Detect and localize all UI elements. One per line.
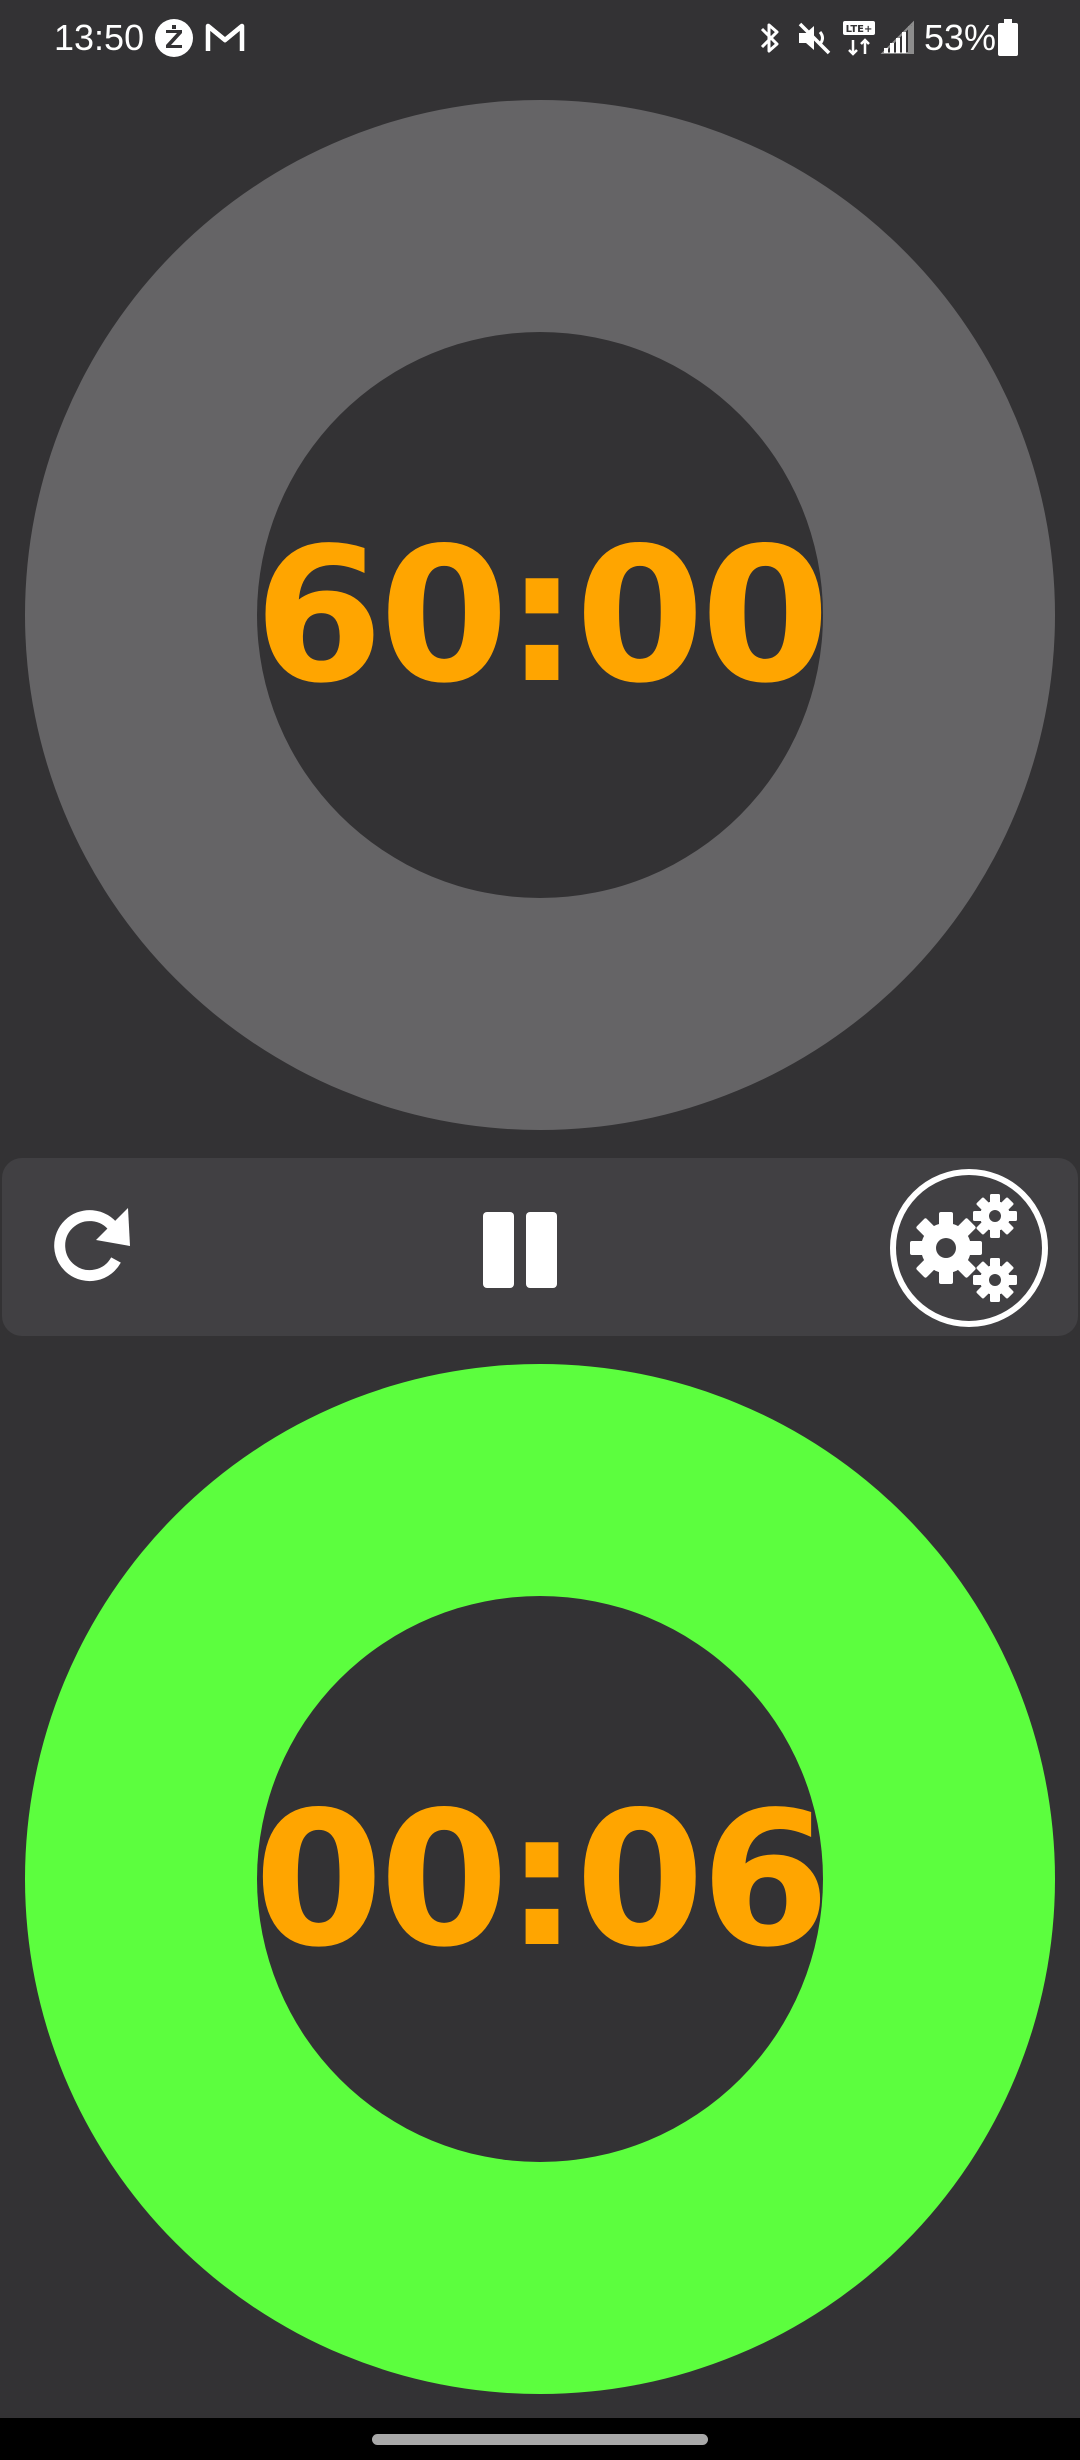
bottom-timer-center: 00:06 [253, 1596, 830, 2162]
bluetooth-icon [760, 23, 779, 53]
top-player-timer[interactable]: 60:00 [25, 100, 1055, 1130]
reset-icon[interactable] [42, 1202, 142, 1292]
pause-icon[interactable] [470, 1204, 570, 1292]
battery-percent: 53% [924, 17, 997, 58]
top-timer-center: 60:00 [253, 332, 830, 898]
settings-icon[interactable] [888, 1168, 1050, 1328]
screen: 13:50 LTE+ 53% 60:00 00:06 [0, 0, 1080, 2460]
bottom-timer-time: 00:06 [253, 1770, 830, 1988]
gmail-icon [205, 23, 245, 51]
status-bar: 13:50 LTE+ 53% [0, 0, 1080, 76]
navigation-bar [0, 2418, 1080, 2460]
z-notification-icon [155, 19, 193, 57]
bottom-player-timer[interactable]: 00:06 [25, 1364, 1055, 2394]
home-gesture-handle[interactable] [372, 2434, 708, 2445]
control-bar [2, 1158, 1078, 1336]
status-time: 13:50 [54, 17, 145, 58]
signal-icon [880, 20, 914, 54]
vibrate-mute-icon [798, 22, 831, 55]
svg-text:LTE+: LTE+ [846, 24, 873, 35]
top-timer-time: 60:00 [253, 506, 830, 724]
lte-icon: LTE+ [843, 21, 875, 56]
battery-icon [998, 19, 1018, 56]
